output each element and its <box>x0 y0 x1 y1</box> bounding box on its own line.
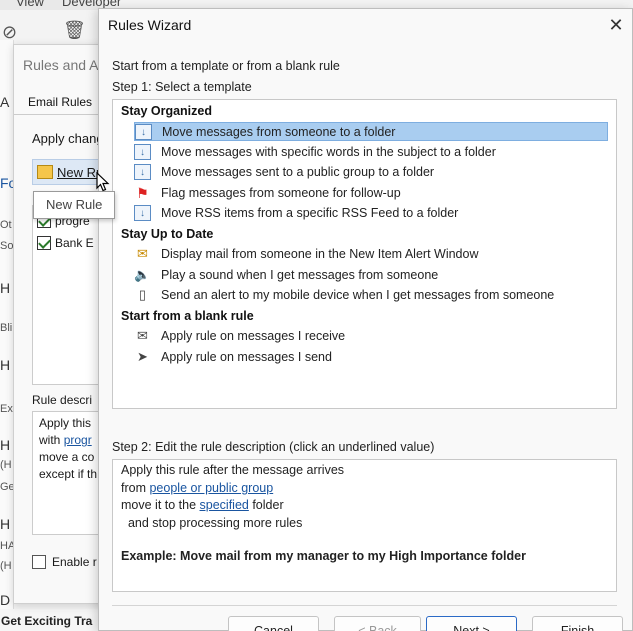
strip-label: (H <box>0 560 12 572</box>
mouse-cursor-icon <box>96 172 110 192</box>
strip-label: HA <box>0 540 14 552</box>
template-label: Apply rule on messages I send <box>161 350 332 364</box>
folder-move-icon: ↓ <box>134 144 151 160</box>
envelope-icon: ✉ <box>137 328 148 343</box>
next-button[interactable]: Next > <box>426 616 517 631</box>
description-line: move it to the specified folder <box>121 498 284 512</box>
status-text: Get Exciting Tra <box>0 609 100 631</box>
strip-label: So <box>0 240 14 252</box>
flag-icon: ⚑ <box>136 185 149 201</box>
divider <box>112 605 617 606</box>
template-label: Play a sound when I get messages from so… <box>161 268 439 282</box>
description-line: with progr <box>39 432 105 449</box>
strip-label: D <box>0 592 11 608</box>
mobile-device-icon: ▯ <box>138 287 147 302</box>
template-label: Move RSS items from a specific RSS Feed … <box>161 206 459 220</box>
rules-list[interactable]: progre Bank E <box>32 205 107 385</box>
menu-bar: View Developer <box>0 0 121 10</box>
rules-alerts-title: Rules and A <box>23 57 99 73</box>
template-label: Move messages sent to a public group to … <box>161 165 435 179</box>
template-move-from-someone[interactable]: ↓ Move messages from someone to a folder <box>134 122 608 141</box>
template-alert-window[interactable]: ✉ Display mail from someone in the New I… <box>134 245 608 264</box>
rules-and-alerts-dialog: Rules and A Email Rules Apply chang New … <box>13 44 108 604</box>
alert-window-icon: ✉ <box>137 246 148 261</box>
enable-checkbox[interactable] <box>32 555 46 569</box>
template-apply-receive[interactable]: ✉ Apply rule on messages I receive <box>134 327 608 346</box>
template-play-sound[interactable]: 🔈 Play a sound when I get messages from … <box>134 266 608 285</box>
enable-label: Enable r <box>52 555 97 569</box>
rule-description-label: Rule descri <box>32 393 93 407</box>
rules-wizard-dialog: Rules Wizard ✕ Start from a template or … <box>98 8 633 631</box>
template-mobile-alert[interactable]: ▯ Send an alert to my mobile device when… <box>134 286 608 305</box>
description-line: Apply this rule after the message arrive… <box>121 463 345 477</box>
template-label: Display mail from someone in the New Ite… <box>161 247 479 261</box>
description-line: move a co <box>39 450 95 464</box>
rule-description-box: Apply this with progr move a co except i… <box>32 411 107 535</box>
template-apply-send[interactable]: ➤ Apply rule on messages I send <box>134 348 608 367</box>
step1-label: Step 1: Select a template <box>112 80 252 94</box>
folder-move-icon: ↓ <box>134 205 151 221</box>
strip-icon: A <box>0 94 10 110</box>
wizard-title: Rules Wizard <box>108 17 192 33</box>
send-icon: ➤ <box>137 349 148 364</box>
strip-label: H <box>0 357 11 373</box>
template-label: Flag messages from someone for follow-up <box>161 186 401 200</box>
people-or-public-group-link[interactable]: people or public group <box>149 481 273 495</box>
speaker-icon: 🔈 <box>134 267 151 282</box>
description-line: and stop processing more rules <box>121 516 303 530</box>
wizard-intro: Start from a template or from a blank ru… <box>112 59 340 73</box>
strip-label: H <box>0 280 11 296</box>
apply-changes-label: Apply chang <box>32 131 104 146</box>
description-line: Apply this <box>39 416 92 430</box>
strip-label: Fo <box>0 175 14 191</box>
strip-label: H <box>0 516 11 532</box>
description-line: from people or public group <box>121 481 273 495</box>
description-text: folder <box>248 498 284 512</box>
rule-description-editor: Apply this rule after the message arrive… <box>112 459 617 592</box>
template-move-specific-words[interactable]: ↓ Move messages with specific words in t… <box>134 143 608 162</box>
template-label: Move messages with specific words in the… <box>161 145 496 159</box>
group-stay-organized: Stay Organized <box>121 104 212 118</box>
description-text: move it to the <box>121 498 200 512</box>
list-item[interactable]: Bank E <box>37 236 94 250</box>
template-label: Send an alert to my mobile device when I… <box>161 288 555 302</box>
new-rule-icon <box>37 165 53 179</box>
template-label: Apply rule on messages I receive <box>161 329 346 343</box>
description-line: except if th <box>39 467 98 481</box>
template-label: Move messages from someone to a folder <box>162 125 396 139</box>
finish-button[interactable]: Finish <box>532 616 623 631</box>
description-link[interactable]: progr <box>64 433 92 447</box>
rule-checkbox[interactable] <box>37 236 51 250</box>
strip-label: Ge <box>0 481 14 493</box>
specified-folder-link[interactable]: specified <box>200 498 249 512</box>
folder-move-icon: ↓ <box>135 124 152 140</box>
template-flag-follow-up[interactable]: ⚑ Flag messages from someone for follow-… <box>134 184 608 203</box>
strip-label: H <box>0 437 11 453</box>
template-move-rss[interactable]: ↓ Move RSS items from a specific RSS Fee… <box>134 204 608 223</box>
enable-checkbox-row[interactable]: Enable r <box>32 555 97 569</box>
folder-move-icon: ↓ <box>134 164 151 180</box>
delete-icon[interactable]: 🗑 <box>63 20 86 41</box>
tooltip: New Rule <box>33 191 115 219</box>
menu-view[interactable]: View <box>16 0 44 9</box>
back-button[interactable]: < Back <box>334 616 421 631</box>
close-icon[interactable]: ✕ <box>605 14 627 36</box>
group-stay-up-to-date: Stay Up to Date <box>121 227 214 241</box>
template-list[interactable]: Stay Organized ↓ Move messages from some… <box>112 99 617 409</box>
tab-email-rules-label[interactable]: Email Rules <box>28 95 92 109</box>
strip-label: (H <box>0 459 12 471</box>
step2-label: Step 2: Edit the rule description (click… <box>112 440 435 454</box>
description-text: from <box>121 481 150 495</box>
strip-label: Ot <box>0 219 12 231</box>
strip-label: Ex <box>0 403 13 415</box>
template-move-public-group[interactable]: ↓ Move messages sent to a public group t… <box>134 163 608 182</box>
group-blank-rule: Start from a blank rule <box>121 309 254 323</box>
strip-label: Bli <box>0 322 13 334</box>
cancel-button[interactable]: Cancel <box>228 616 319 631</box>
rule-name: Bank E <box>55 236 94 250</box>
description-text: with <box>39 433 64 447</box>
description-example: Example: Move mail from my manager to my… <box>121 549 526 563</box>
